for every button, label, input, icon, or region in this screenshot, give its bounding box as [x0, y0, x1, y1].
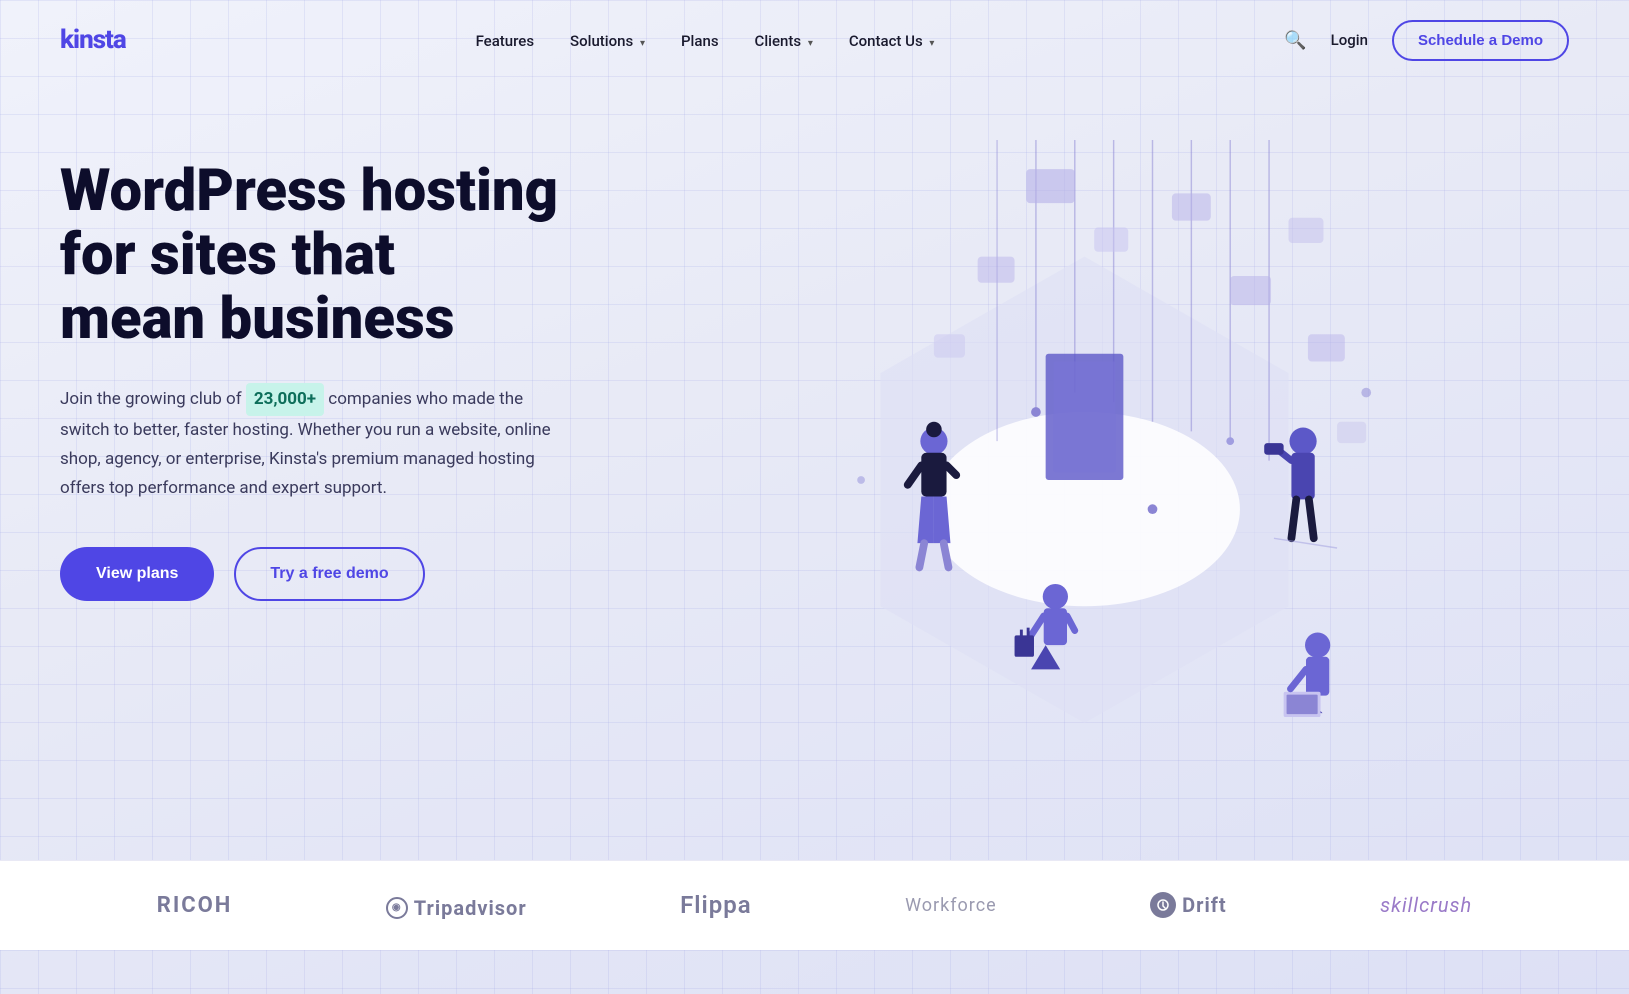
logos-bar: RICOH ◉ Tripadvisor Flippa Workforce — [0, 860, 1629, 950]
logo-drift: Drift — [1150, 892, 1227, 918]
customer-count-badge: 23,000+ — [246, 383, 324, 416]
hero-section: WordPress hosting for sites that mean bu… — [0, 80, 1629, 860]
nav-right: 🔍 Login Schedule a Demo — [1284, 20, 1569, 61]
view-plans-button[interactable]: View plans — [60, 547, 214, 601]
logo-ricoh: RICOH — [157, 893, 233, 918]
hero-buttons: View plans Try a free demo — [60, 547, 640, 601]
logo-workforce: Workforce — [905, 895, 997, 916]
search-icon[interactable]: 🔍 — [1284, 30, 1306, 51]
brand-logo[interactable]: kinsta — [60, 25, 126, 55]
tripadvisor-owl-icon: ◉ — [386, 897, 408, 919]
nav-item-contact[interactable]: Contact Us ▾ — [849, 31, 935, 50]
hero-title: WordPress hosting for sites that mean bu… — [60, 160, 640, 351]
logo-flippa: Flippa — [680, 891, 752, 919]
hero-illustration — [600, 140, 1569, 820]
schedule-demo-button[interactable]: Schedule a Demo — [1392, 20, 1569, 61]
nav-item-solutions[interactable]: Solutions ▾ — [570, 31, 645, 50]
navigation: kinsta Features Solutions ▾ Plans Client… — [0, 0, 1629, 80]
nav-item-features[interactable]: Features — [476, 31, 534, 50]
try-free-demo-button[interactable]: Try a free demo — [234, 547, 424, 601]
nav-item-plans[interactable]: Plans — [681, 31, 719, 50]
nav-links: Features Solutions ▾ Plans Clients ▾ Con… — [476, 31, 935, 50]
logo-tripadvisor: ◉ Tripadvisor — [386, 891, 527, 920]
drift-circle-icon — [1150, 892, 1176, 918]
logo-skillcrush: skillcrush — [1380, 893, 1472, 917]
nav-item-clients[interactable]: Clients ▾ — [755, 31, 813, 50]
hero-content: WordPress hosting for sites that mean bu… — [60, 140, 640, 601]
hero-description: Join the growing club of 23,000+ compani… — [60, 383, 560, 503]
login-link[interactable]: Login — [1331, 31, 1368, 49]
